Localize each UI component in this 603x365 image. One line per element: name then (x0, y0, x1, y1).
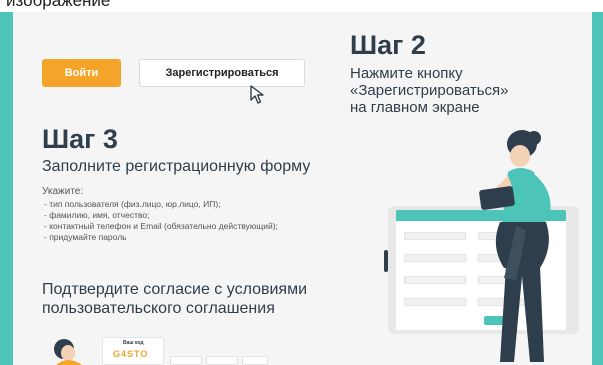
code-input-box (170, 356, 202, 365)
verification-code-card: Ваш код G4STO (102, 337, 164, 365)
form-field (404, 232, 466, 240)
left-accent-bar (0, 12, 13, 365)
specify-label: Укажите: (42, 186, 84, 197)
list-item: контактный телефон и Email (обязательно … (44, 221, 314, 232)
form-field (404, 254, 466, 262)
code-label: Ваш код (123, 340, 144, 346)
form-field (404, 298, 466, 306)
step2-heading: Шаг 2 (350, 30, 426, 60)
form-field (404, 276, 466, 284)
right-accent-bar (592, 12, 603, 365)
step2-description: Нажмите кнопку «Зарегистрироваться» на г… (350, 65, 509, 116)
login-button[interactable]: Войти (42, 59, 121, 87)
mouse-pointer-icon (250, 85, 264, 104)
code-value: G4STO (113, 349, 149, 359)
step3-subtitle: Заполните регистрационную форму (42, 158, 311, 175)
agreement-text: Подтвердите согласие с условиями пользов… (42, 281, 308, 317)
woman-with-phone-illustration (479, 130, 551, 362)
top-strip: изображение (0, 0, 603, 12)
register-button[interactable]: Зарегистрироваться (139, 59, 305, 87)
list-item: фамилию, имя, отчество; (44, 210, 314, 221)
tablet-handle (384, 250, 388, 272)
small-woman-illustration (54, 339, 82, 365)
step3-heading: Шаг 3 (42, 124, 118, 154)
list-item: тип пользователя (физ.лицо, юр.лицо, ИП)… (44, 199, 314, 210)
code-input-box (206, 356, 238, 365)
code-input-box (242, 356, 268, 365)
list-item: придумайте пароль (44, 232, 314, 243)
requirements-list: тип пользователя (физ.лицо, юр.лицо, ИП)… (44, 199, 314, 243)
cropped-top-text: изображение (6, 0, 111, 10)
